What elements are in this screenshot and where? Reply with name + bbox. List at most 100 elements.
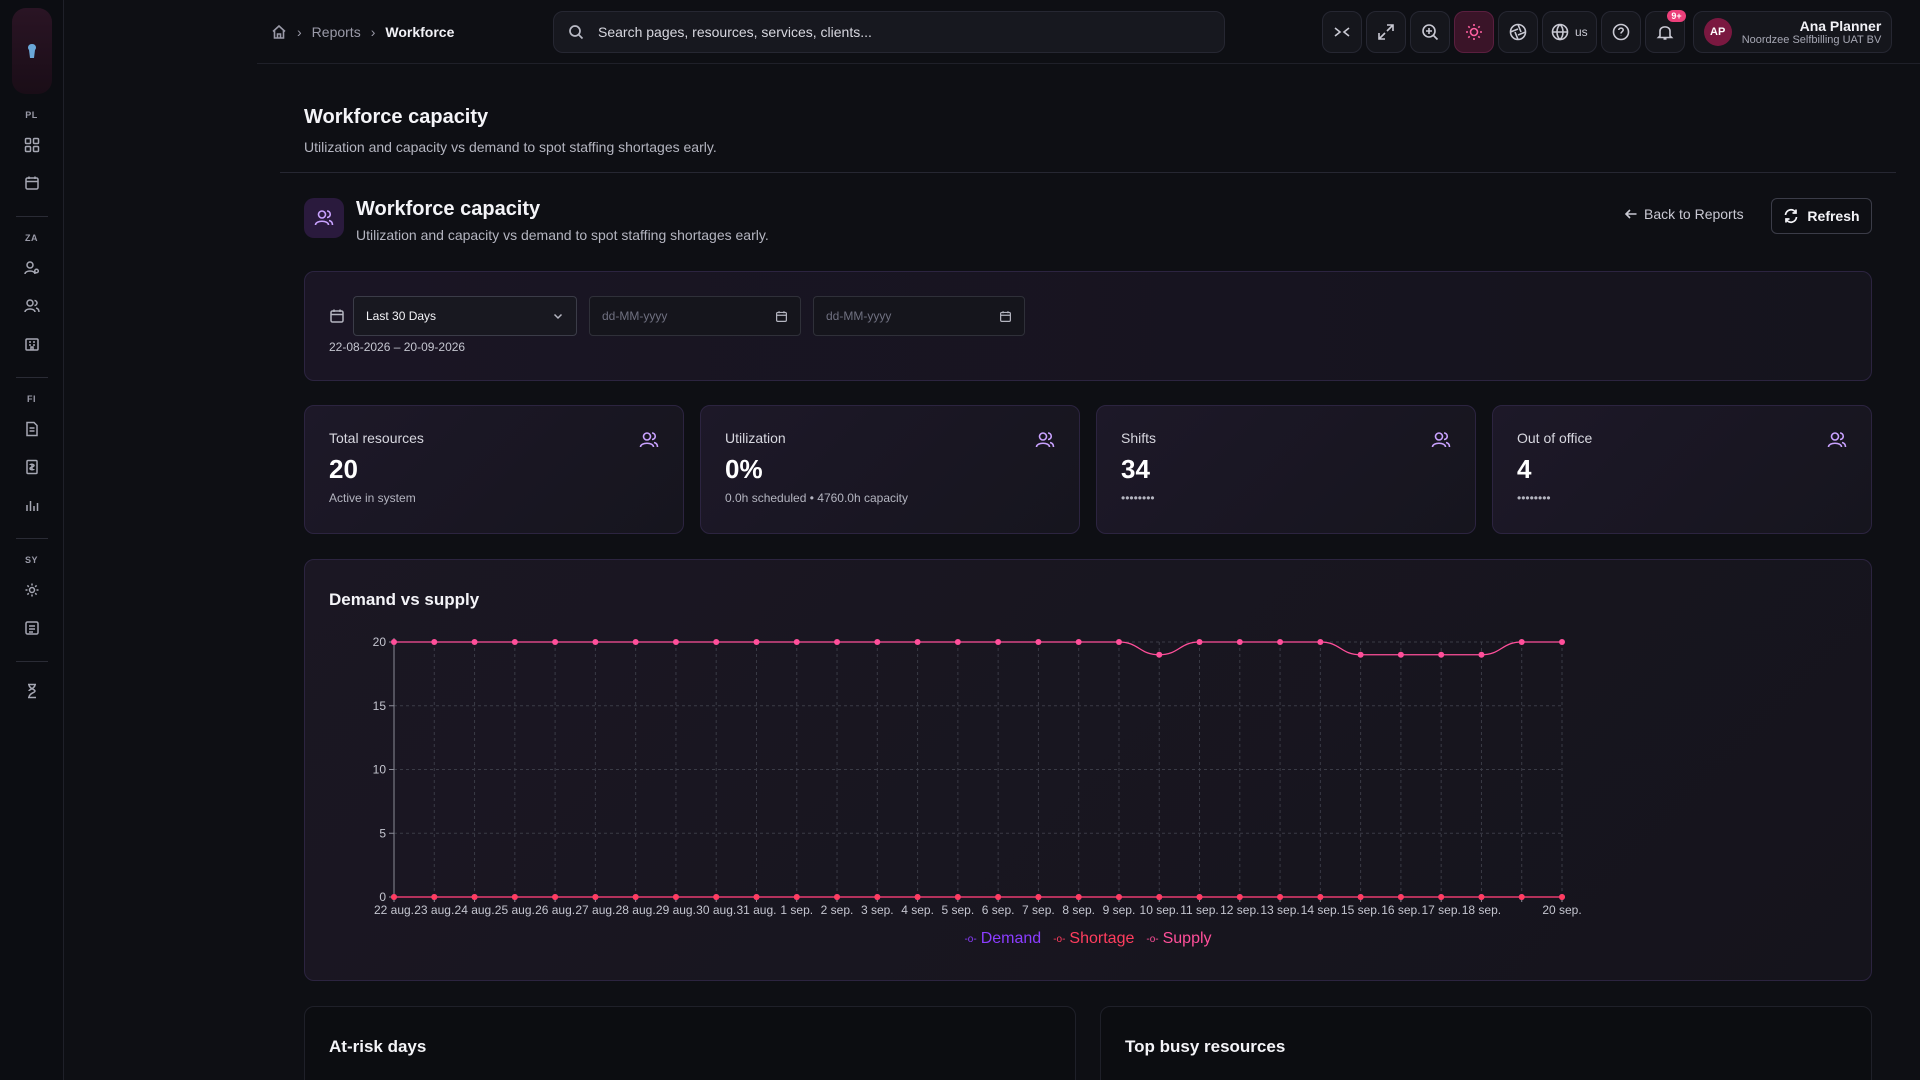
nav-section-label: FI bbox=[27, 394, 36, 404]
chevron-down-icon bbox=[553, 313, 563, 320]
collapse-button[interactable] bbox=[1322, 10, 1362, 53]
data-point-shortage bbox=[1397, 894, 1404, 900]
help-button[interactable] bbox=[1600, 10, 1641, 53]
data-point-supply bbox=[1075, 639, 1082, 645]
data-point-shortage bbox=[1035, 894, 1042, 900]
data-point-supply bbox=[391, 639, 397, 645]
legend-item-supply[interactable]: -o- Supply bbox=[1146, 930, 1211, 948]
x-tick-label: 29 aug. bbox=[656, 903, 696, 917]
data-point-shortage bbox=[511, 894, 518, 900]
dashboard-icon[interactable] bbox=[17, 130, 47, 160]
data-point-supply bbox=[874, 639, 881, 645]
refresh-icon bbox=[1785, 208, 1798, 224]
users-icon bbox=[304, 198, 344, 238]
legend-marker: -o- bbox=[964, 933, 977, 945]
data-point-supply bbox=[834, 639, 841, 645]
legend-label: Supply bbox=[1162, 930, 1212, 947]
x-tick-label: 25 aug. bbox=[495, 903, 535, 917]
filter-panel: Last 30 Days dd-MM-yyyy dd-MM-yyyy 22-08… bbox=[304, 271, 1872, 381]
hourglass-icon[interactable] bbox=[17, 676, 47, 706]
refresh-button[interactable]: Refresh bbox=[1771, 198, 1872, 234]
calendar-icon bbox=[776, 310, 787, 322]
legend-item-demand[interactable]: -o- Demand bbox=[964, 930, 1041, 948]
legend-item-shortage[interactable]: -o- Shortage bbox=[1053, 930, 1134, 948]
y-tick-label: 5 bbox=[379, 826, 386, 840]
demand-supply-chart-card: Demand vs supply 0 5 10 15 20 22 aug. 23 aug. 2… bbox=[304, 559, 1872, 981]
data-point-shortage bbox=[1196, 894, 1203, 900]
data-point-supply bbox=[1156, 651, 1163, 658]
home-icon[interactable] bbox=[271, 24, 287, 40]
calendar-icon[interactable] bbox=[17, 168, 47, 198]
period-select[interactable]: Last 30 Days bbox=[353, 296, 577, 336]
series-line-supply bbox=[394, 641, 1562, 656]
period-value: Last 30 Days bbox=[366, 309, 437, 323]
notifications-button[interactable]: 9+ bbox=[1644, 9, 1686, 53]
data-point-supply bbox=[1236, 639, 1243, 645]
legend-label: Demand bbox=[980, 930, 1042, 947]
data-point-supply bbox=[1397, 651, 1404, 658]
list-icon[interactable] bbox=[17, 613, 47, 643]
data-point-supply bbox=[1277, 639, 1284, 645]
chart-icon[interactable] bbox=[17, 490, 47, 520]
section-title: Workforce capacity bbox=[356, 198, 541, 220]
page-title: Workforce capacity bbox=[304, 106, 489, 128]
user-menu[interactable]: AP Ana Planner Noordzee Selfbilling UAT … bbox=[1692, 10, 1893, 53]
users-icon[interactable] bbox=[17, 291, 47, 321]
date-to-input[interactable]: dd-MM-yyyy bbox=[813, 296, 1025, 336]
stat-sub: •••••••• bbox=[1517, 491, 1551, 505]
nav-divider bbox=[15, 377, 48, 378]
card-title: At-risk days bbox=[329, 1037, 427, 1056]
users-icon bbox=[1827, 430, 1847, 453]
theme-toggle-button[interactable] bbox=[1454, 10, 1494, 53]
x-tick-label: 27 aug. bbox=[575, 903, 615, 917]
x-tick-label: 17 sep. bbox=[1421, 903, 1460, 917]
x-tick-label: 6 sep. bbox=[982, 903, 1015, 917]
stat-sub: 0.0h scheduled • 4760.0h capacity bbox=[725, 491, 908, 505]
data-point-supply bbox=[1478, 651, 1485, 658]
data-point-supply bbox=[954, 639, 961, 645]
expand-icon bbox=[1378, 23, 1394, 40]
data-point-shortage bbox=[431, 894, 438, 900]
card-title: Top busy resources bbox=[1125, 1037, 1286, 1056]
x-tick-label: 4 sep. bbox=[901, 903, 934, 917]
stat-label: Out of office bbox=[1517, 430, 1593, 446]
app-logo[interactable] bbox=[11, 8, 52, 94]
x-tick-label: 2 sep. bbox=[821, 903, 854, 917]
stat-sub: Active in system bbox=[329, 491, 416, 505]
calendar-icon bbox=[1000, 310, 1011, 322]
breadcrumb-reports[interactable]: Reports bbox=[312, 24, 361, 40]
globe-icon bbox=[1551, 23, 1569, 41]
invoice-icon[interactable] bbox=[17, 452, 47, 482]
date-from-input[interactable]: dd-MM-yyyy bbox=[589, 296, 801, 336]
x-tick-label: 18 sep. bbox=[1462, 903, 1501, 917]
search-placeholder: Search pages, resources, services, clien… bbox=[598, 23, 872, 40]
data-point-supply bbox=[753, 639, 760, 645]
data-point-supply bbox=[1196, 639, 1203, 645]
stat-card-out-of-office: Out of office 4 •••••••• bbox=[1492, 405, 1872, 534]
chart-legend: -o- Demand -o- Shortage -o- Supply bbox=[305, 930, 1871, 948]
y-tick-label: 10 bbox=[373, 763, 387, 777]
toolbar: us 9+ AP Ana Planner Noordzee Selfbillin… bbox=[1322, 9, 1893, 53]
x-tick-label: 7 sep. bbox=[1022, 903, 1055, 917]
x-tick-label: 5 sep. bbox=[942, 903, 975, 917]
aperture-button[interactable] bbox=[1498, 10, 1538, 53]
document-icon[interactable] bbox=[17, 414, 47, 444]
gear-icon[interactable] bbox=[17, 575, 47, 605]
data-point-shortage bbox=[793, 894, 800, 900]
search-input[interactable]: Search pages, resources, services, clien… bbox=[553, 10, 1225, 53]
date-from-placeholder: dd-MM-yyyy bbox=[602, 309, 668, 323]
fullscreen-button[interactable] bbox=[1366, 10, 1406, 53]
x-tick-label: 1 sep. bbox=[780, 903, 813, 917]
back-to-reports-link[interactable]: Back to Reports bbox=[1624, 206, 1744, 222]
users-icon bbox=[1431, 430, 1451, 453]
x-tick-label: 11 sep. bbox=[1180, 903, 1218, 917]
user-settings-icon[interactable] bbox=[17, 253, 47, 283]
logo-icon bbox=[27, 44, 36, 58]
chevron-right-icon: › bbox=[370, 23, 376, 40]
building-icon[interactable] bbox=[17, 329, 47, 359]
zoom-button[interactable] bbox=[1410, 10, 1450, 53]
data-point-shortage bbox=[1156, 894, 1163, 900]
at-risk-days-card: At-risk days bbox=[304, 1006, 1076, 1080]
language-button[interactable]: us bbox=[1542, 10, 1597, 53]
data-point-supply bbox=[1035, 639, 1042, 645]
